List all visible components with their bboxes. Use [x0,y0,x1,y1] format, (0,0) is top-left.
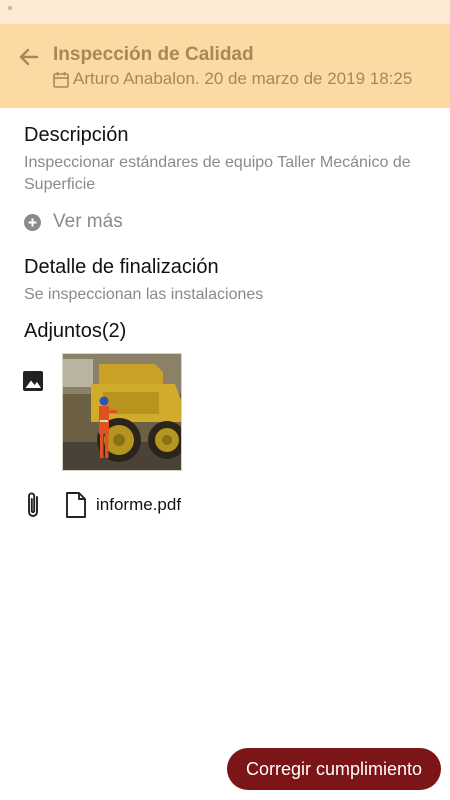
attachment-image-thumbnail[interactable] [62,353,182,471]
file-attachment-row[interactable]: informe.pdf [22,490,181,520]
status-bar [0,0,450,24]
image-attachment-icon [22,370,44,397]
back-button[interactable] [14,42,44,72]
descripcion-text: Inspeccionar estándares de equipo Taller… [24,154,411,193]
descripcion-heading: Descripción [24,124,129,146]
document-icon [66,492,86,518]
detalle-heading: Detalle de finalización [24,256,219,278]
author-date: Arturo Anabalon. 20 de marzo de 2019 18:… [73,69,413,88]
app-header: Inspección de Calidad Arturo Anabalon. 2… [0,24,450,108]
paperclip-icon [28,492,38,517]
plus-circle-icon [24,213,41,231]
attachment-file-name[interactable]: informe.pdf [96,495,181,515]
detalle-text: Se inspeccionan las instalaciones [24,286,264,303]
ver-mas-button[interactable]: Ver más [24,211,123,233]
header-subtitle: Arturo Anabalon. 20 de marzo de 2019 18:… [53,69,412,89]
corregir-cumplimiento-button[interactable]: Corregir cumplimiento [227,748,441,790]
arrow-left-icon [19,48,39,66]
page-title: Inspección de Calidad [53,44,254,65]
status-indicator [8,6,12,10]
calendar-icon [53,71,69,88]
adjuntos-heading: Adjuntos(2) [24,320,127,342]
ver-mas-label: Ver más [53,211,123,232]
